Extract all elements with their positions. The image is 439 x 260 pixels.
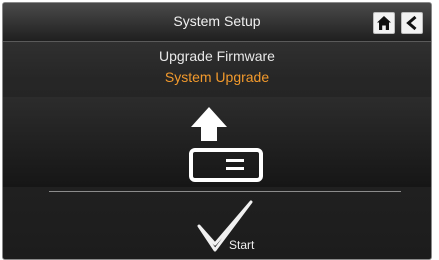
header-bar: System Setup — [3, 3, 431, 42]
page-title: System Setup — [173, 13, 261, 29]
setup-screen: System Setup Upgrade Firmware System Upg… — [2, 2, 432, 260]
home-button[interactable] — [373, 12, 395, 34]
selected-option[interactable]: System Upgrade — [3, 69, 431, 85]
home-icon — [377, 16, 391, 30]
back-button[interactable] — [401, 12, 423, 34]
divider-line — [49, 191, 401, 192]
upgrade-device-icon — [189, 107, 263, 182]
section-subtitle: Upgrade Firmware — [159, 48, 275, 64]
back-arrow-icon — [406, 15, 417, 31]
start-label: Start — [229, 238, 255, 252]
start-button[interactable]: Start — [193, 198, 273, 259]
